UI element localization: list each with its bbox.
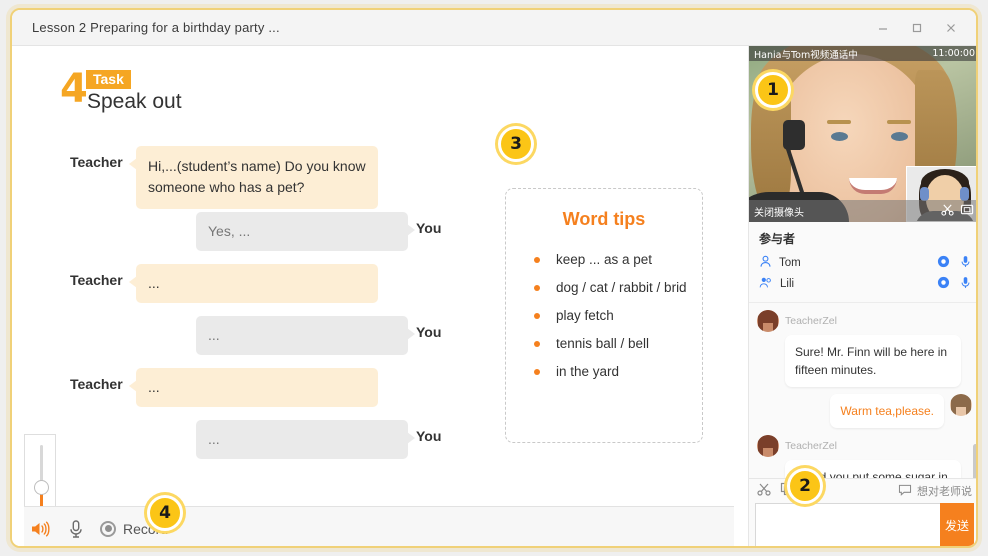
chat-input-toolbar: 想对老师说	[749, 479, 976, 503]
annotation-badge-3: 3	[498, 126, 534, 162]
close-icon[interactable]	[936, 14, 966, 42]
task-subtitle: Speak out	[87, 90, 182, 113]
list-item: keep ... as a pet	[532, 252, 702, 267]
talk-to-teacher-hint[interactable]: 想对老师说	[898, 483, 972, 499]
screen-share-icon[interactable]	[960, 203, 975, 219]
participant-name: Tom	[779, 256, 801, 269]
chat-message: TeacherZel Sure! Mr. Finn will be here i…	[757, 310, 972, 387]
word-tips-panel: Word tips keep ... as a pet dog / cat / …	[505, 188, 703, 443]
dialogue-bubble-teacher[interactable]: Hi,...(student’s name) Do you know someo…	[129, 146, 378, 209]
chat-bubble: Sure! Mr. Finn will be here in fifteen m…	[785, 335, 961, 387]
word-tips-title: Word tips	[562, 209, 646, 229]
person-icon	[759, 255, 772, 271]
group-icon	[759, 276, 773, 292]
video-controls-bar: 关闭摄像头	[749, 200, 976, 222]
chat-input-box: 发送	[755, 503, 974, 546]
dialogue-bubble-you[interactable]: ...	[196, 420, 415, 459]
task-number: 4	[60, 66, 88, 112]
speaker-volume-icon[interactable]	[24, 520, 56, 538]
list-item: tennis ball / bell	[532, 336, 702, 351]
dialogue-row: You Yes, ...	[12, 212, 482, 264]
speaker-label: You	[416, 324, 442, 340]
speaker-label: Teacher	[70, 272, 123, 288]
avatar	[757, 310, 779, 332]
dialogue-bubble-you[interactable]: Yes, ...	[196, 212, 415, 251]
participant-row[interactable]: Tom	[759, 252, 970, 273]
mic-icon[interactable]	[961, 276, 970, 292]
microphone-icon[interactable]	[68, 519, 84, 539]
scissors-icon[interactable]	[757, 482, 771, 501]
lesson-main-pane: 4 Task Speak out Teacher Hi,...(student’…	[12, 46, 746, 546]
maximize-icon[interactable]	[902, 14, 932, 42]
title-bar: Lesson 2 Preparing for a birthday party …	[12, 10, 976, 46]
dialogue-row: Teacher Hi,...(student’s name) Do you kn…	[12, 146, 482, 209]
chat-bubble: Warm tea,please.	[830, 394, 944, 428]
task-badge-label: Task	[86, 70, 131, 89]
dialogue-row: You ...	[12, 420, 482, 472]
dialogue-row: Teacher ...	[12, 368, 482, 420]
camera-off-label[interactable]: 关闭摄像头	[754, 204, 804, 219]
minimize-icon[interactable]	[868, 14, 898, 42]
word-tips-list: keep ... as a pet dog / cat / rabbit / b…	[532, 252, 702, 379]
participant-row[interactable]: Lili	[759, 273, 970, 294]
participants-title: 参与者	[759, 232, 796, 246]
volume-knob[interactable]	[34, 480, 49, 495]
video-call-time: 11:00:00	[932, 48, 975, 59]
speaker-label: You	[416, 428, 442, 444]
talk-to-teacher-label: 想对老师说	[917, 486, 972, 498]
speaker-label: Teacher	[70, 376, 123, 392]
speaker-label: You	[416, 220, 442, 236]
video-chat-pane: Hania与Tom视频通话中 11:00:00 关闭摄像头 参与者 Tom Li…	[748, 46, 976, 546]
application-window: Lesson 2 Preparing for a birthday party …	[10, 8, 978, 548]
recorder-toolbar: Record	[24, 506, 734, 546]
video-feed[interactable]: Hania与Tom视频通话中 11:00:00 关闭摄像头	[749, 46, 976, 222]
list-item: dog / cat / rabbit / brid	[532, 280, 702, 295]
speaker-label: Teacher	[70, 154, 123, 170]
mic-icon[interactable]	[961, 255, 970, 271]
send-button[interactable]: 发送	[940, 503, 974, 546]
speech-bubble-icon	[898, 484, 912, 499]
dialogue-list: Teacher Hi,...(student’s name) Do you kn…	[12, 146, 482, 472]
chat-author: TeacherZel	[785, 315, 837, 327]
video-call-title: Hania与Tom视频通话中	[754, 49, 858, 61]
chat-message-list[interactable]: TeacherZel Sure! Mr. Finn will be here i…	[749, 302, 976, 502]
chat-input-field[interactable]	[755, 503, 940, 546]
annotation-badge-1: 1	[755, 72, 791, 108]
app-root: Lesson 2 Preparing for a birthday party …	[0, 0, 988, 556]
list-item: in the yard	[532, 364, 702, 379]
record-icon	[100, 520, 116, 537]
list-item: play fetch	[532, 308, 702, 323]
camera-icon[interactable]	[937, 255, 950, 271]
annotation-badge-4: 4	[147, 495, 183, 531]
dialogue-bubble-you[interactable]: ...	[196, 316, 415, 355]
dialogue-bubble-teacher[interactable]: ...	[129, 264, 378, 303]
dialogue-row: You ...	[12, 316, 482, 368]
video-status-bar: Hania与Tom视频通话中 11:00:00	[749, 46, 976, 61]
chat-author: TeacherZel	[785, 440, 837, 452]
participants-section: 参与者 Tom Lili	[749, 222, 976, 298]
dialogue-row: Teacher ...	[12, 264, 482, 316]
annotation-badge-2: 2	[787, 468, 823, 504]
avatar	[950, 394, 972, 416]
participant-name: Lili	[780, 277, 795, 290]
chat-message: Warm tea,please.	[757, 394, 972, 428]
page-title: Lesson 2 Preparing for a birthday party …	[32, 20, 280, 35]
dialogue-bubble-teacher[interactable]: ...	[129, 368, 378, 407]
avatar	[757, 435, 779, 457]
camera-icon[interactable]	[937, 276, 950, 292]
window-controls	[868, 10, 966, 46]
chat-input-zone: 想对老师说 发送	[749, 478, 976, 546]
scissors-icon[interactable]	[941, 203, 954, 219]
